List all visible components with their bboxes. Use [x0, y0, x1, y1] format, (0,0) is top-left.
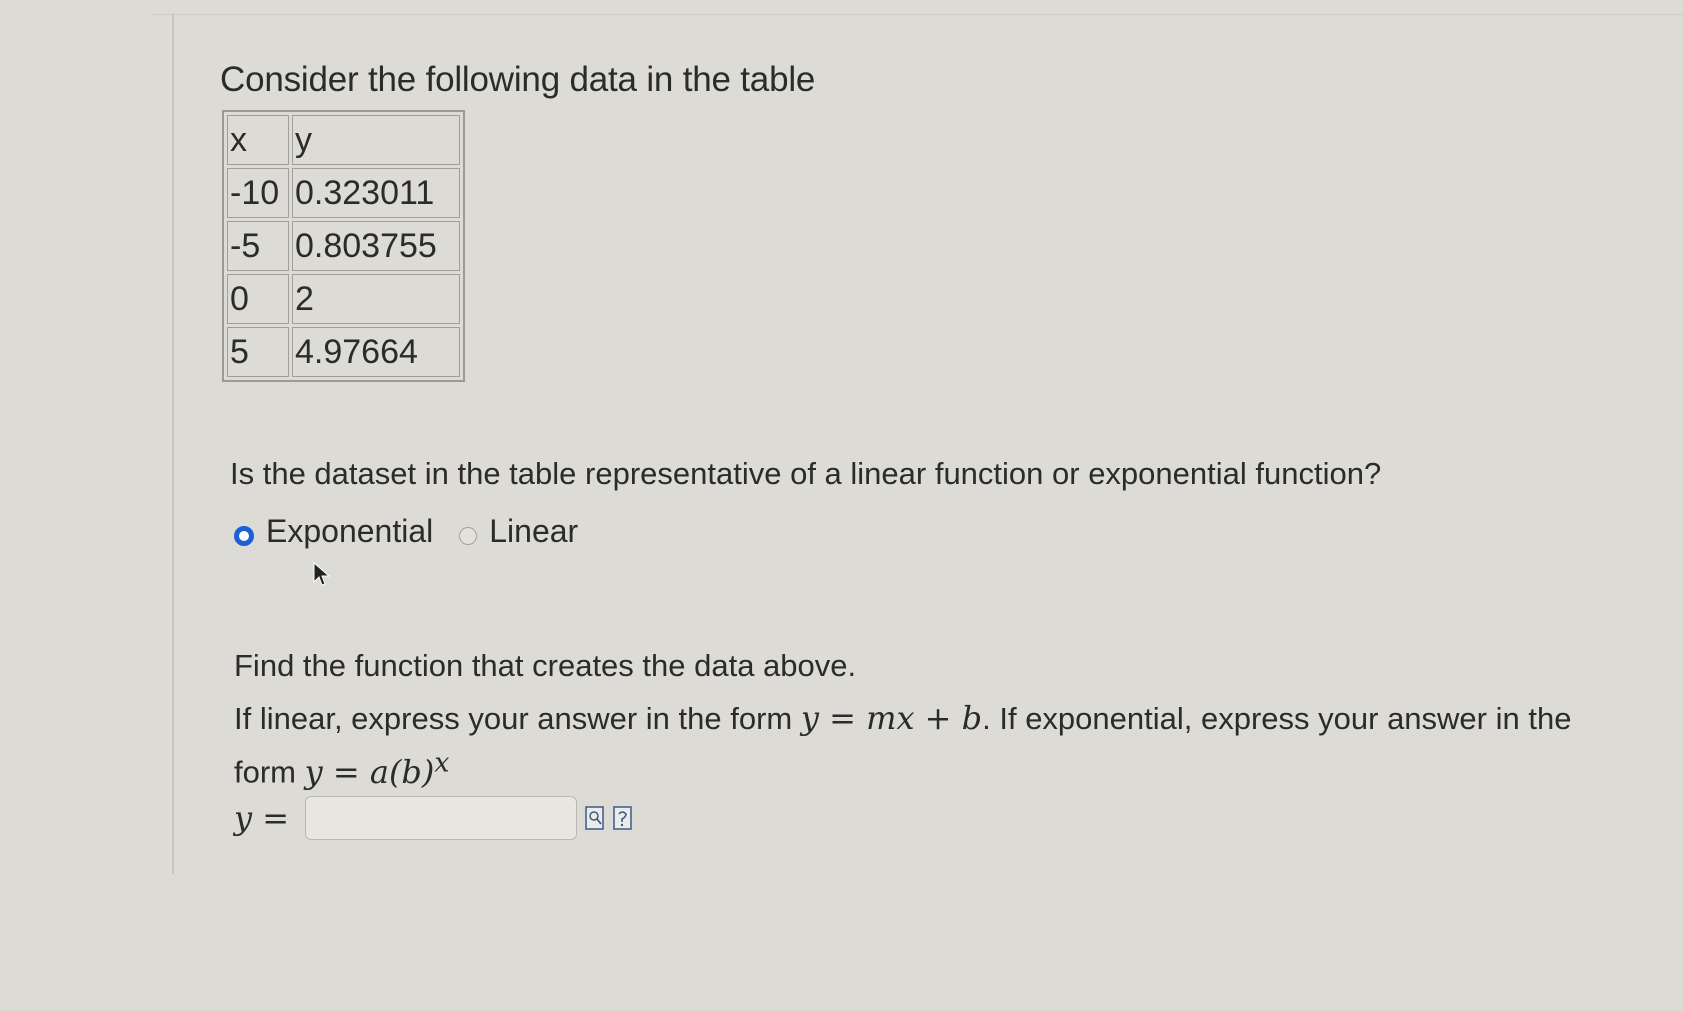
radio-selected-icon[interactable] — [234, 525, 254, 546]
option-exponential[interactable]: Exponential — [234, 513, 433, 550]
answer-row: y = — [234, 796, 633, 840]
instructions-part1: If linear, express your answer in the fo… — [234, 701, 801, 736]
find-function-text: Find the function that creates the data … — [234, 648, 857, 683]
table-cell-y: 4.97664 — [292, 327, 460, 377]
table-header-x: x — [227, 115, 289, 165]
question-intro: Consider the following data in the table — [220, 60, 816, 99]
table-row: 5 4.97664 — [227, 327, 460, 377]
option-linear-label[interactable]: Linear — [489, 513, 578, 550]
help-icon[interactable] — [613, 804, 633, 832]
option-linear[interactable]: Linear — [459, 513, 578, 550]
top-divider — [150, 14, 1683, 15]
table-row: -5 0.803755 — [227, 221, 460, 271]
table-row: 0 2 — [227, 274, 460, 324]
mouse-pointer-icon — [313, 562, 331, 586]
question-content: Consider the following data in the table… — [220, 56, 1640, 840]
table-cell-x: -5 — [227, 221, 289, 271]
table-header-row: x y — [227, 115, 460, 165]
radio-unselected-icon[interactable] — [459, 526, 478, 545]
option-exponential-label[interactable]: Exponential — [266, 513, 433, 550]
data-table: x y -10 0.323011 -5 0.803755 0 2 5 4.976… — [222, 110, 465, 382]
function-type-options: Exponential Linear — [234, 513, 578, 550]
function-type-question: Is the dataset in the table representati… — [230, 456, 1382, 491]
table-row: -10 0.323011 — [227, 168, 460, 218]
preview-icon[interactable] — [585, 804, 605, 832]
answer-label: y = — [234, 799, 290, 837]
answer-input[interactable] — [305, 796, 578, 840]
table-cell-x: 5 — [227, 327, 289, 377]
exponential-form-math: y = a(b)x — [304, 747, 450, 791]
answer-instructions: If linear, express your answer in the fo… — [234, 696, 1634, 795]
exponential-form-base: y = a(b) — [304, 752, 435, 791]
table-cell-x: 0 — [227, 274, 289, 324]
table-cell-y: 2 — [292, 274, 460, 324]
left-divider — [172, 14, 174, 874]
table-cell-y: 0.803755 — [292, 221, 460, 271]
table-cell-x: -10 — [227, 168, 289, 218]
table-cell-y: 0.323011 — [292, 168, 460, 218]
linear-form-math: y = mx + b — [800, 699, 983, 737]
exponential-form-exponent: x — [434, 747, 450, 778]
table-header-y: y — [292, 115, 460, 165]
